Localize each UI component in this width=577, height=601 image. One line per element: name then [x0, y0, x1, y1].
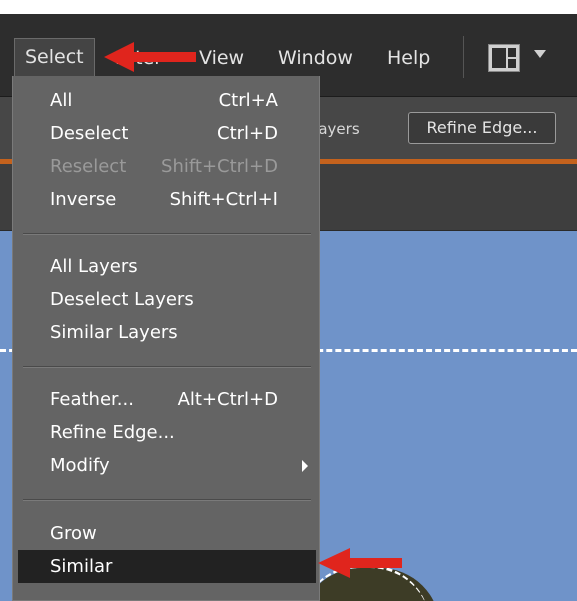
menu-select[interactable]: Select	[14, 38, 95, 77]
menu-item-feather[interactable]: Feather... Alt+Ctrl+D	[18, 383, 316, 416]
menu-item-label: Feather...	[50, 389, 134, 410]
menu-item-similar[interactable]: Similar	[18, 550, 316, 583]
menu-item-all-layers[interactable]: All Layers	[18, 250, 316, 283]
photo-editor-window: Select Filter View Window Help Layers Re…	[0, 14, 577, 601]
submenu-arrow-icon	[302, 460, 308, 472]
menu-item-shortcut: Ctrl+D	[217, 123, 278, 144]
menu-item-label: Grow	[50, 523, 97, 544]
menu-item-reselect: Reselect Shift+Ctrl+D	[18, 150, 316, 183]
red-arrow-icon	[104, 42, 196, 72]
layout-button[interactable]	[486, 44, 564, 74]
menu-item-shortcut: Shift+Ctrl+I	[169, 189, 278, 210]
panel-layout-icon	[488, 44, 520, 72]
menu-separator	[23, 366, 311, 368]
menu-separator	[23, 499, 311, 501]
menu-item-shortcut: Shift+Ctrl+D	[161, 156, 278, 177]
menu-item-label: Modify	[50, 455, 110, 476]
menu-item-label: Deselect Layers	[50, 289, 194, 310]
menu-item-modify[interactable]: Modify	[18, 449, 316, 482]
menu-item-label: Inverse	[50, 189, 117, 210]
menu-item-similar-layers[interactable]: Similar Layers	[18, 316, 316, 349]
menu-item-deselect-layers[interactable]: Deselect Layers	[18, 283, 316, 316]
select-menu-dropdown: All Ctrl+A Deselect Ctrl+D Reselect Shif…	[12, 76, 320, 601]
menu-item-shortcut: Ctrl+A	[218, 90, 278, 111]
menu-item-label: Deselect	[50, 123, 129, 144]
menu-item-label: All	[50, 90, 73, 111]
menu-item-label: Refine Edge...	[50, 422, 175, 443]
menu-item-all[interactable]: All Ctrl+A	[18, 84, 316, 117]
menu-item-grow[interactable]: Grow	[18, 517, 316, 550]
red-arrow-icon	[318, 548, 402, 578]
refine-edge-button[interactable]: Refine Edge...	[408, 112, 556, 144]
menu-item-shortcut: Alt+Ctrl+D	[177, 389, 278, 410]
chevron-down-icon	[534, 50, 546, 58]
menu-item-label: Similar	[50, 556, 113, 577]
menu-help[interactable]: Help	[377, 40, 440, 76]
menu-item-inverse[interactable]: Inverse Shift+Ctrl+I	[18, 183, 316, 216]
menu-window[interactable]: Window	[268, 40, 363, 76]
menu-item-deselect[interactable]: Deselect Ctrl+D	[18, 117, 316, 150]
menu-separator	[23, 233, 311, 235]
menu-separator	[463, 36, 464, 78]
menu-item-refine-edge[interactable]: Refine Edge...	[18, 416, 316, 449]
menu-item-label: Reselect	[50, 156, 127, 177]
menu-item-label: Similar Layers	[50, 322, 178, 343]
menu-item-label: All Layers	[50, 256, 138, 277]
